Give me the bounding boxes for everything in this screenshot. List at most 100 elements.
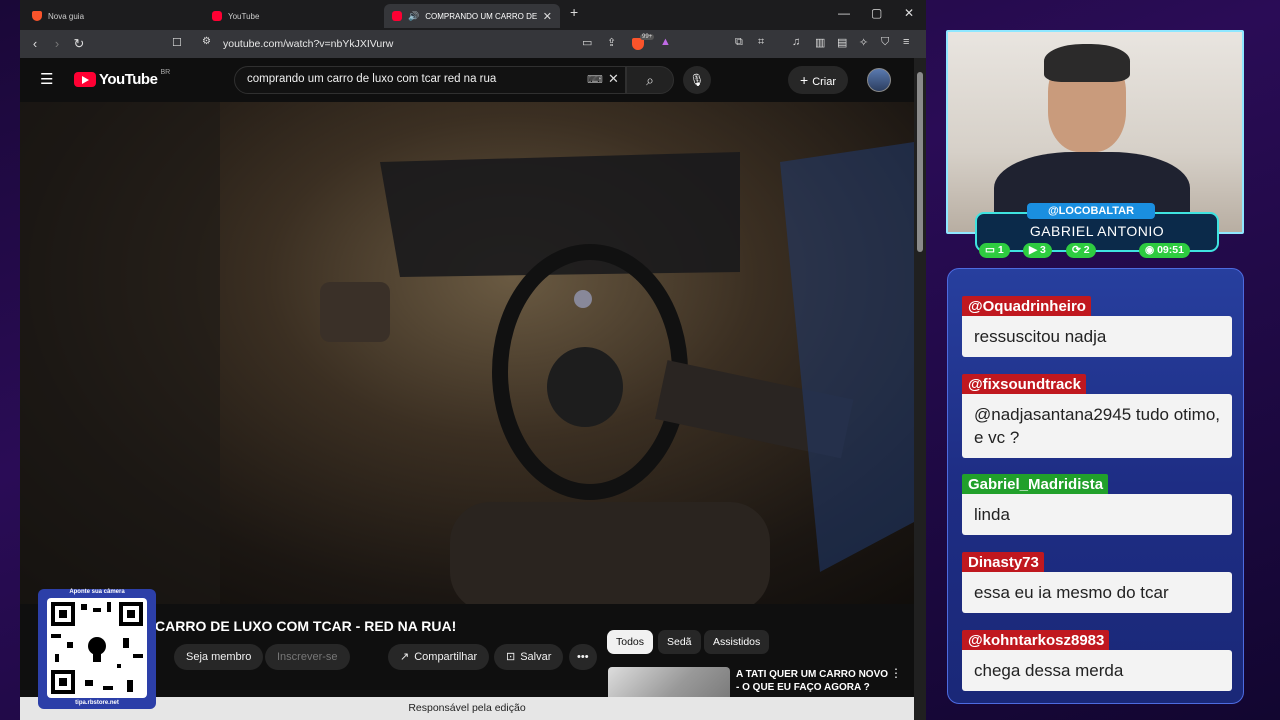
chat-username: @fixsoundtrack [962,374,1086,394]
clear-search-icon[interactable]: ✕ [608,71,619,87]
cast-icon[interactable]: ▭ [582,36,592,49]
plus-icon: + [800,72,809,88]
new-tab-icon[interactable]: + [570,4,578,20]
video-player[interactable] [20,102,914,604]
share-button[interactable]: ↗ Compartilhar [388,644,490,670]
stream-time: 09:51 [1157,244,1184,256]
chip-seda[interactable]: Sedã [658,630,701,654]
share-icon: ↗ [400,651,410,663]
share-page-icon[interactable]: ⇪ [607,36,616,49]
youtube-icon [392,11,402,21]
save-button[interactable]: ⊡ Salvar [494,644,564,670]
keyboard-icon[interactable]: ⌨ [587,73,603,86]
youtube-header: ☰ YouTube BR comprando um carro de luxo … [20,58,914,102]
tab-new[interactable]: Nova guia [24,4,200,28]
minimize-icon[interactable]: — [838,6,850,20]
sidebar-icon[interactable]: ▥ [815,36,825,49]
chat-username: Gabriel_Madridista [962,474,1109,494]
video-count: 3 [1040,244,1046,256]
vpn-icon[interactable]: ⛉ [881,36,889,49]
chat-icon: ▭ [985,244,998,256]
chat-text: linda [962,494,1232,535]
close-tab-icon[interactable]: ✕ [543,10,552,23]
sync-icon: ⟳ [1072,244,1084,256]
search-button[interactable]: ⌕ [626,66,674,94]
bookmark-icon[interactable]: ☐ [172,36,182,49]
avatar[interactable] [867,68,891,92]
time-stat: ◉ 09:51 [1139,243,1190,258]
chat-message: Gabriel_Madridista linda [962,474,1232,535]
speaker-icon: 🔊 [408,10,420,21]
wallet-icon[interactable]: ▤ [837,36,847,49]
brave-icon [32,11,42,21]
mic-icon: 🎙 [689,73,705,87]
qr-code-overlay: Aponte sua câmera tipa.rbstore.net [38,589,156,709]
music-icon[interactable]: ♫ [792,36,800,48]
sync-stat: ⟳ 2 [1066,243,1096,258]
whatsapp-icon: ◉ [1145,244,1158,256]
chat-username: @kohntarkosz8983 [962,630,1110,650]
screenshot-icon[interactable]: ⌗ [758,36,764,49]
tab-bar: Nova guia YouTube 🔊 COMPRANDO UM CARRO D… [20,0,926,30]
chat-message: @fixsoundtrack @nadjasantana2945 tudo ot… [962,374,1232,458]
youtube-logo[interactable]: YouTube BR [74,69,170,88]
site-settings-icon[interactable]: ⚙ [202,36,211,47]
qr-top-text: Aponte sua câmera [69,589,125,595]
chat-stat: ▭ 1 [979,243,1010,258]
chip-assistidos[interactable]: Assistidos [704,630,770,654]
chat-text: chega dessa merda [962,650,1232,691]
extensions-icon[interactable]: ⧉ [735,36,743,49]
tab-video[interactable]: 🔊 COMPRANDO UM CARRO DE LUXO ✕ [384,4,560,28]
rewards-icon[interactable]: ▲ [660,36,671,48]
create-label: Criar [812,76,837,88]
chat-text: @nadjasantana2945 tudo otimo, e vc ? [962,394,1232,458]
search-input[interactable]: comprando um carro de luxo com tcar red … [234,66,626,94]
shields-count-badge: 99+ [640,34,655,40]
recommended-menu-icon[interactable]: ⋮ [890,666,902,680]
chip-todos[interactable]: Todos [607,630,654,654]
back-icon[interactable]: ‹ [24,30,46,58]
tab-youtube[interactable]: YouTube [204,4,380,28]
youtube-icon [212,11,222,21]
menu-icon[interactable]: ≡ [903,36,909,48]
close-window-icon[interactable]: ✕ [904,6,914,20]
youtube-play-icon [74,72,96,87]
video-icon: ▶ [1029,244,1040,256]
more-actions-button[interactable]: ••• [569,644,597,670]
reload-icon[interactable]: ↻ [68,30,90,58]
bookmark-save-icon: ⊡ [506,651,516,663]
streamer-hair [1044,44,1130,82]
chat-message: Dinasty73 essa eu ia mesmo do tcar [962,552,1232,613]
video-stat: ▶ 3 [1023,243,1052,258]
address-toolbar: ‹ › ↻ [20,30,926,58]
voice-search-button[interactable]: 🎙 [683,66,711,94]
address-bar[interactable]: youtube.com/watch?v=nbYkJXIVurw [223,38,393,50]
chat-message: @Oquadrinheiro ressuscitou nadja [962,296,1232,357]
chat-text: essa eu ia mesmo do tcar [962,572,1232,613]
recommended-title[interactable]: A TATI QUER UM CARRO NOVO - O QUE EU FAÇ… [736,668,891,694]
leo-icon[interactable]: ✧ [859,36,868,49]
video-frame [20,102,914,604]
qr-code [47,598,147,698]
page-scrollbar[interactable] [914,58,926,720]
chat-message: @kohntarkosz8983 chega dessa merda [962,630,1232,691]
youtube-wordmark: YouTube [99,71,158,88]
create-button[interactable]: + Criar [788,66,849,94]
streamer-name: GABRIEL ANTONIO [1029,223,1165,239]
chat-count: 1 [997,244,1004,256]
chat-username: @Oquadrinheiro [962,296,1091,316]
scrollbar-thumb[interactable] [917,72,923,252]
share-label: Compartilhar [414,651,478,663]
maximize-icon[interactable]: ▢ [871,6,882,20]
sync-count: 2 [1083,244,1090,256]
forward-icon[interactable]: › [46,30,68,58]
video-title: CARRO DE LUXO COM TCAR - RED NA RUA! [155,618,457,634]
subscribe-button[interactable]: Inscrever-se [265,644,350,670]
save-label: Salvar [520,651,552,663]
chat-username: Dinasty73 [962,552,1044,572]
hamburger-icon[interactable]: ☰ [40,70,53,88]
chat-text: ressuscitou nadja [962,316,1232,357]
more-icon: ••• [577,651,589,663]
tab-label: Nova guia [48,11,85,21]
join-button[interactable]: Seja membro [174,644,264,670]
